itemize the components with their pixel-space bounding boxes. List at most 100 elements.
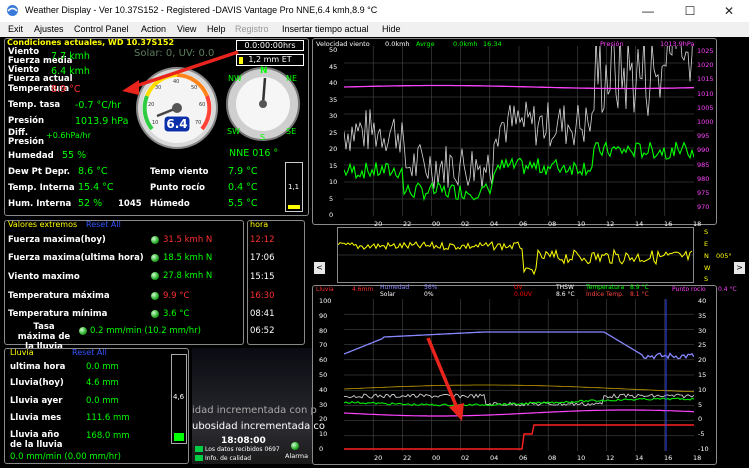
wind-left-tick: 45 <box>329 62 338 71</box>
multi-right-tick: 5 <box>698 400 703 409</box>
multi-legend-item: 8.6 °C <box>556 291 575 298</box>
menu-action[interactable]: Action <box>141 24 166 34</box>
multi-right-tick: 40 <box>698 297 707 305</box>
multi-legend-item: 8.9 °C <box>630 284 649 291</box>
ticker-time: 18:08:00 <box>221 436 266 446</box>
multi-legend-item: Humedad <box>380 284 410 291</box>
multi-x-tick: 08 <box>548 454 557 462</box>
compass-s: S <box>260 133 266 142</box>
value-pressure: 1013.9 hPa <box>75 116 129 127</box>
multi-legend-item: Temperatura <box>586 284 625 291</box>
multi-x-tick: 06 <box>519 454 528 462</box>
label-presion-2: Presión <box>8 137 45 147</box>
multi-left-tick: 10 <box>319 430 328 439</box>
maximize-button[interactable]: ☐ <box>670 0 710 22</box>
multi-left-tick: 100 <box>319 297 332 305</box>
menu-insertar-tiempo[interactable]: Insertar tiempo actual <box>282 24 369 34</box>
small-bar-value: 1,1 <box>288 183 300 191</box>
menu-view[interactable]: View <box>177 24 196 34</box>
multi-x-tick: 12 <box>606 454 615 462</box>
value-temperature: 8.9 °C <box>51 84 81 95</box>
compass-nw: NW <box>228 74 242 83</box>
close-button[interactable]: ✕ <box>709 0 749 22</box>
rain-value: 168.0 mm <box>86 431 130 441</box>
label-temp-interna: Temp. Interna <box>8 183 75 193</box>
multi-left-tick: 70 <box>319 341 328 350</box>
window-title: Weather Display - Ver 10.37S152 - Regist… <box>25 5 378 15</box>
multi-left-tick: 90 <box>319 311 328 320</box>
title-bar: Weather Display - Ver 10.37S152 - Regist… <box>0 0 749 22</box>
extremes-reset-button[interactable]: Reset All <box>86 220 121 229</box>
dir-letter: N <box>704 252 709 260</box>
legend-quality-swatch <box>195 455 203 461</box>
multi-legend-item: 8.1 °C <box>630 291 649 298</box>
multi-legend-item: Punto rocío <box>672 286 706 293</box>
menu-help[interactable]: Help <box>207 24 226 34</box>
menu-exit[interactable]: Exit <box>8 24 23 34</box>
multi-left-tick: 30 <box>319 400 328 409</box>
value-humidity: 55 % <box>62 150 87 161</box>
value-temp-rate: -0.7 °C/hr <box>75 100 122 111</box>
menu-hide[interactable]: Hide <box>382 24 401 34</box>
scroll-right-button[interactable]: > <box>734 262 745 274</box>
gauge-value: 6.4 <box>166 117 187 131</box>
et-value: 1,2 mm ET <box>248 55 292 64</box>
rain-label: Lluvia mes <box>10 413 62 423</box>
dir-letter: E <box>704 240 709 248</box>
rain-value: 0.0 mm <box>86 362 119 372</box>
gauge-tick-10: 10 <box>152 120 158 126</box>
rain-label: ultima hora <box>10 362 66 372</box>
label-presion: Presión <box>8 116 45 126</box>
et-box: 1,2 mm ET <box>236 54 304 66</box>
extreme-time: 15:15 <box>250 272 275 282</box>
alarm-label: Alarma <box>285 452 309 460</box>
legend-data-text: Los datos recibidos 0697 <box>205 446 280 453</box>
rain-bar-value: 4,6 <box>173 393 185 401</box>
value-pressure-diff: +0.6hPa/hr <box>46 131 91 140</box>
menu-ajustes[interactable]: Ajustes <box>34 24 64 34</box>
multi-x-tick: 10 <box>577 454 586 462</box>
wind-right-tick: 1020 <box>697 61 714 70</box>
rain-label: Lluvia año de la lluvia <box>10 430 63 450</box>
wind-left-tick: 0 <box>329 211 334 219</box>
wind-right-tick: 990 <box>697 146 710 155</box>
wind-speed-gauge: 10 20 30 40 50 60 70 6.4 <box>136 67 218 149</box>
status-dot-icon <box>151 310 159 318</box>
multi-legend-item: Índice Temp. <box>586 291 624 298</box>
multi-sensor-chart <box>344 299 694 451</box>
wind-left-tick: 40 <box>329 79 338 87</box>
multi-legend-item: 0.0UV <box>514 291 533 298</box>
rain-reset-button[interactable]: Reset All <box>72 348 107 357</box>
small-bar-gauge: 1,1 <box>285 162 303 212</box>
extreme-label: Temperatura mínima <box>8 309 108 319</box>
rain-bar-gauge: 4,6 <box>171 354 187 444</box>
legend-quality-text: Info. de calidad <box>205 455 252 462</box>
multi-left-tick: 40 <box>319 385 328 394</box>
multi-x-tick: 20 <box>374 454 383 462</box>
multi-left-tick: 0 <box>319 445 324 453</box>
multi-right-tick: -5 <box>698 430 705 439</box>
wind-right-tick: 1015 <box>697 75 714 84</box>
extreme-time: 06:52 <box>250 326 275 336</box>
gauge-tick-30: 30 <box>155 85 161 91</box>
solar-uv-readout: Solar: 0, UV: 0.0 <box>134 48 215 59</box>
rain-rate: 0.0 mm/min (0.00 mm/hr) <box>10 452 121 462</box>
direction-series <box>338 240 693 276</box>
value-extra-number: 1045 <box>118 199 142 209</box>
wind-right-tick: 1005 <box>697 103 714 112</box>
label-hum-interna: Hum. Interna <box>8 199 72 209</box>
menu-registro[interactable]: Registro <box>235 24 269 34</box>
wind-x-tick: 18 <box>693 220 702 228</box>
rain-label: Lluvia ayer <box>10 396 63 406</box>
compass-sw: SW <box>227 127 240 136</box>
wind-left-tick: 30 <box>329 112 338 120</box>
menu-control-panel[interactable]: Control Panel <box>74 24 129 34</box>
alarm-icon[interactable] <box>291 442 299 450</box>
compass-se: SE <box>286 127 297 136</box>
wind-right-tick: 995 <box>697 132 710 141</box>
status-dot-icon <box>79 327 87 335</box>
scroll-left-button[interactable]: < <box>314 262 325 274</box>
minimize-button[interactable]: — <box>628 0 668 22</box>
gauge-tick-20: 20 <box>148 102 154 108</box>
value-hum-indoor: 52 % <box>78 198 103 209</box>
